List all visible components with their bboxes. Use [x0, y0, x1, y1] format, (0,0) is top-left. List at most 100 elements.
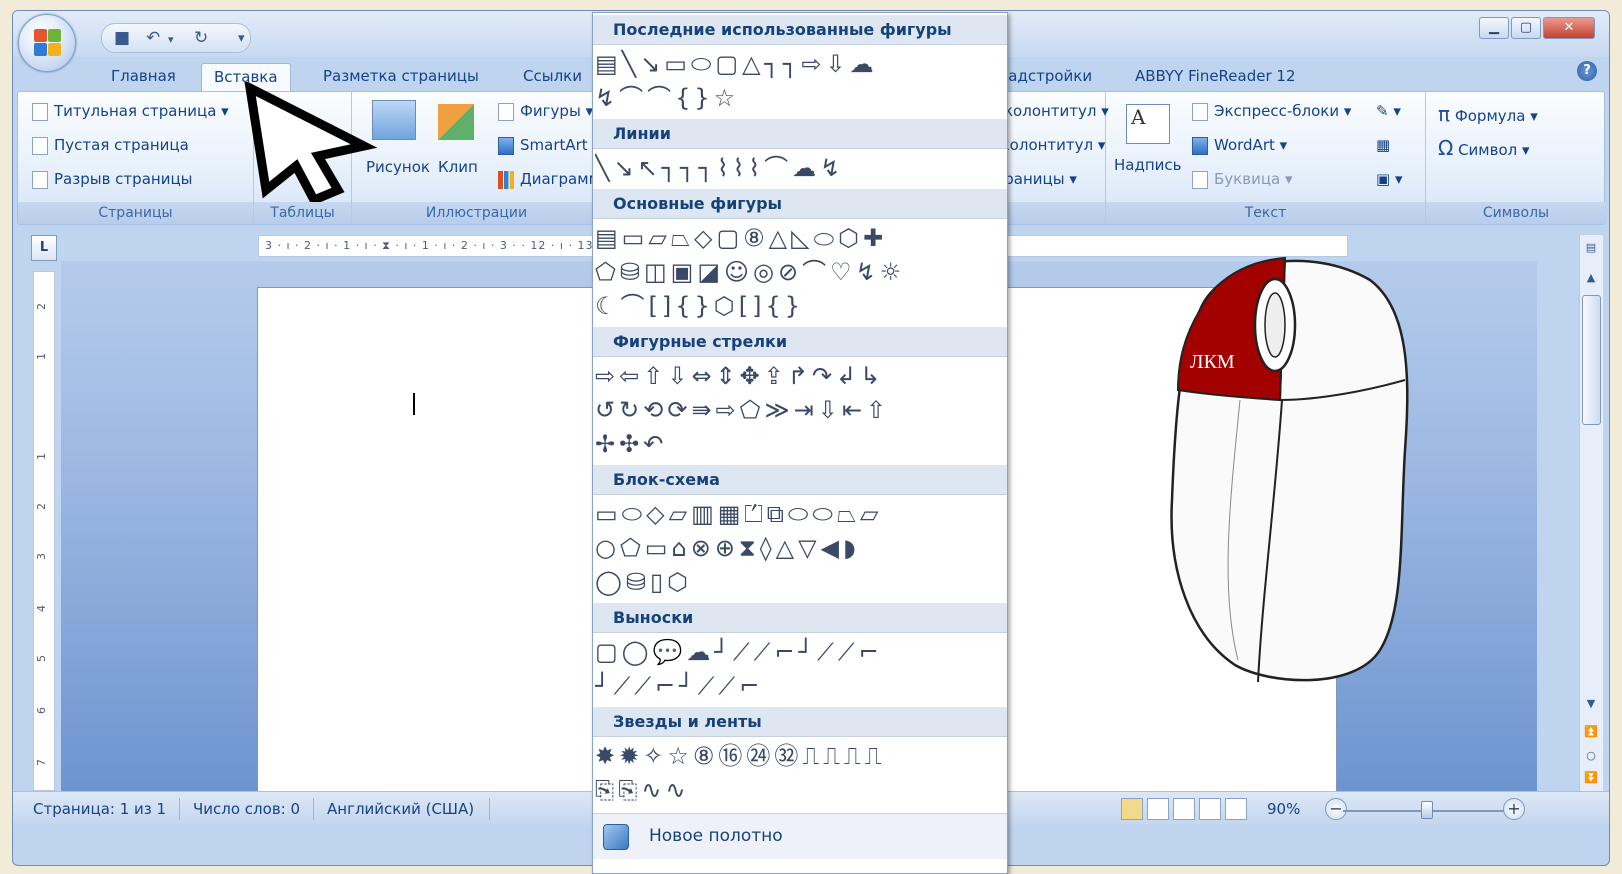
- group-symbols-label: Символы: [1426, 202, 1606, 224]
- date-time-icon[interactable]: ▦: [1376, 136, 1390, 154]
- select-browse-object-icon[interactable]: ○: [1583, 749, 1599, 762]
- shape-row-basic-3[interactable]: ☾⌒[]{}⬡[]{}: [595, 291, 1007, 323]
- zoom-in-icon[interactable]: +: [1503, 798, 1525, 820]
- full-screen-reading-icon[interactable]: [1147, 798, 1169, 820]
- shape-row-flowchart-3[interactable]: ◯⛁▯⬡: [595, 567, 1007, 599]
- vruler-label: 1: [35, 353, 48, 360]
- shape-row-lines[interactable]: ╲↘↖┐┐┐⌇⌇⌇⌒☁↯: [595, 153, 1007, 185]
- status-language[interactable]: Английский (США): [327, 800, 474, 818]
- group-illustrations: Рисунок Клип Фигуры ▾ SmartArt Диаграмма…: [352, 92, 609, 224]
- section-stars-banners: Звезды и ленты: [593, 707, 1007, 737]
- undo-icon[interactable]: ↶: [146, 28, 160, 48]
- wordart-label: WordArt: [1214, 136, 1275, 154]
- smartart-icon: [498, 136, 514, 155]
- status-separator: [313, 798, 314, 820]
- zoom-out-icon[interactable]: −: [1325, 798, 1347, 820]
- customize-icon[interactable]: ▾: [238, 31, 245, 46]
- scroll-wheel-inner: [1264, 292, 1286, 358]
- shape-row-recent-2[interactable]: ↯⌒⌒{}☆: [595, 83, 1007, 115]
- ruler-toggle-icon[interactable]: ▤: [1583, 241, 1599, 254]
- cover-page-label: Титульная страница: [54, 102, 217, 120]
- shape-row-flowchart-1[interactable]: ▭⬭◇▱▥▦⏍⧉⬭⬭⏢⏥: [595, 499, 1007, 531]
- tab-home[interactable]: Главная: [99, 63, 188, 91]
- text-box-button[interactable]: Надпись: [1114, 156, 1182, 174]
- zoom-slider[interactable]: [1343, 810, 1523, 812]
- clip-button[interactable]: Клип: [438, 158, 478, 176]
- shape-row-recent-1[interactable]: ▤╲↘▭⬭▢△┐┐⇨⇩☁: [595, 49, 1007, 81]
- next-page-icon[interactable]: ⏬: [1583, 771, 1599, 784]
- vruler-label: 2: [35, 303, 48, 310]
- scroll-thumb[interactable]: [1582, 295, 1601, 425]
- scroll-down-icon[interactable]: ▼: [1583, 697, 1599, 710]
- symbol-button[interactable]: Ω Символ ▾: [1438, 136, 1530, 160]
- group-text-label: Текст: [1106, 202, 1425, 224]
- section-block-arrows: Фигурные стрелки: [593, 327, 1007, 357]
- shape-row-callouts-1[interactable]: ▢◯💬☁┘⟋⟋⌐┘⟋⟋⌐: [595, 637, 1007, 669]
- vertical-ruler[interactable]: 2 1 1 2 3 4 5 6 7: [33, 271, 55, 791]
- zoom-slider-thumb[interactable]: [1421, 801, 1433, 819]
- shape-row-stars-2[interactable]: ⎘⎘∿∿: [595, 775, 1007, 807]
- shape-row-callouts-2[interactable]: ┘⟋⟋⌐┘⟋⟋⌐: [595, 671, 1007, 703]
- outline-icon[interactable]: [1199, 798, 1221, 820]
- status-page[interactable]: Страница: 1 из 1: [33, 800, 166, 818]
- wordart-icon: [1192, 136, 1208, 155]
- pointer-arrow-icon: [244, 82, 378, 202]
- drop-cap-label: Буквица: [1214, 170, 1281, 188]
- equation-button[interactable]: π Формула ▾: [1438, 102, 1538, 126]
- shape-row-arrows-1[interactable]: ⇨⇦⇧⇩⇔⇕✥⇪↱↷↲↳: [595, 361, 1007, 393]
- smartart-button[interactable]: SmartArt: [498, 136, 588, 155]
- web-layout-icon[interactable]: [1173, 798, 1195, 820]
- previous-page-icon[interactable]: ⏫: [1583, 725, 1599, 738]
- office-button[interactable]: [18, 14, 76, 72]
- group-tables-label: Таблицы: [254, 202, 351, 224]
- blank-page-button[interactable]: Пустая страница: [32, 136, 189, 155]
- draft-icon[interactable]: [1225, 798, 1247, 820]
- cover-page-button[interactable]: Титульная страница ▾: [32, 102, 229, 121]
- signature-line-icon[interactable]: ✎ ▾: [1376, 102, 1401, 120]
- page-break-button[interactable]: Разрыв страницы: [32, 170, 193, 189]
- vruler-label: 1: [35, 453, 48, 460]
- object-icon[interactable]: ▣ ▾: [1376, 170, 1402, 188]
- zoom-level[interactable]: 90%: [1267, 800, 1300, 818]
- vruler-label: 2: [35, 503, 48, 510]
- shapes-icon: [498, 102, 514, 121]
- print-layout-icon[interactable]: [1121, 798, 1143, 820]
- window-controls: ▁ ▢ ✕: [1477, 17, 1595, 39]
- blank-page-icon: [32, 136, 48, 155]
- quick-parts-label: Экспресс-блоки: [1214, 102, 1340, 120]
- minimize-button[interactable]: ▁: [1479, 17, 1509, 39]
- undo-dropdown-icon[interactable]: ▾: [168, 33, 174, 46]
- shape-row-arrows-2[interactable]: ↺↻⟲⟳⇛⇨⬠≫⇥⇩⇤⇧: [595, 395, 1007, 427]
- status-words[interactable]: Число слов: 0: [193, 800, 300, 818]
- shape-row-arrows-3[interactable]: ✢✣↶: [595, 429, 1007, 461]
- quick-access-toolbar: ■ ↶ ▾ ↻ ▾: [101, 23, 251, 53]
- vertical-scrollbar[interactable]: ▤ ▲ ▼ ⏫ ○ ⏬: [1579, 235, 1603, 795]
- text-box-icon: A: [1126, 104, 1170, 144]
- group-pages: Титульная страница ▾ Пустая страница Раз…: [18, 92, 254, 224]
- tab-references[interactable]: Ссылки: [511, 63, 594, 91]
- drop-cap-button[interactable]: Буквица ▾: [1192, 170, 1293, 189]
- tab-abbyy[interactable]: ABBYY FineReader 12: [1123, 63, 1308, 91]
- quick-parts-button[interactable]: Экспресс-блоки ▾: [1192, 102, 1351, 121]
- close-button[interactable]: ✕: [1543, 17, 1595, 39]
- redo-icon[interactable]: ↻: [194, 28, 208, 48]
- tab-selector[interactable]: L: [31, 235, 57, 261]
- status-separator: [179, 798, 180, 820]
- maximize-button[interactable]: ▢: [1511, 17, 1541, 39]
- new-canvas-item[interactable]: Новое полотно: [593, 813, 1007, 859]
- wordart-button[interactable]: WordArt ▾: [1192, 136, 1287, 155]
- vruler-label: 7: [35, 759, 48, 766]
- group-illustrations-label: Иллюстрации: [352, 202, 601, 224]
- scroll-up-icon[interactable]: ▲: [1583, 271, 1599, 284]
- shapes-button[interactable]: Фигуры ▾: [498, 102, 593, 121]
- shape-row-stars-1[interactable]: ✸✹✧☆⑧⑯㉔㉜⎍⎍⎍⎍: [595, 741, 1007, 773]
- shape-row-basic-2[interactable]: ⬠⛁◫▣◪☺◎⊘⌒♡↯☼: [595, 257, 1007, 289]
- help-icon[interactable]: ?: [1577, 61, 1597, 81]
- shape-row-flowchart-2[interactable]: ○⬠▭⌂⊗⊕⧗◊△▽◀◗: [595, 533, 1007, 565]
- drop-cap-icon: [1192, 170, 1208, 189]
- shape-row-basic-1[interactable]: ▤▭▱⏢◇▢⑧△◺⬭⬡✚: [595, 223, 1007, 255]
- omega-icon: Ω: [1438, 136, 1454, 160]
- vruler-label: 3: [35, 553, 48, 560]
- save-icon[interactable]: ■: [114, 28, 130, 48]
- vruler-label: 6: [35, 707, 48, 714]
